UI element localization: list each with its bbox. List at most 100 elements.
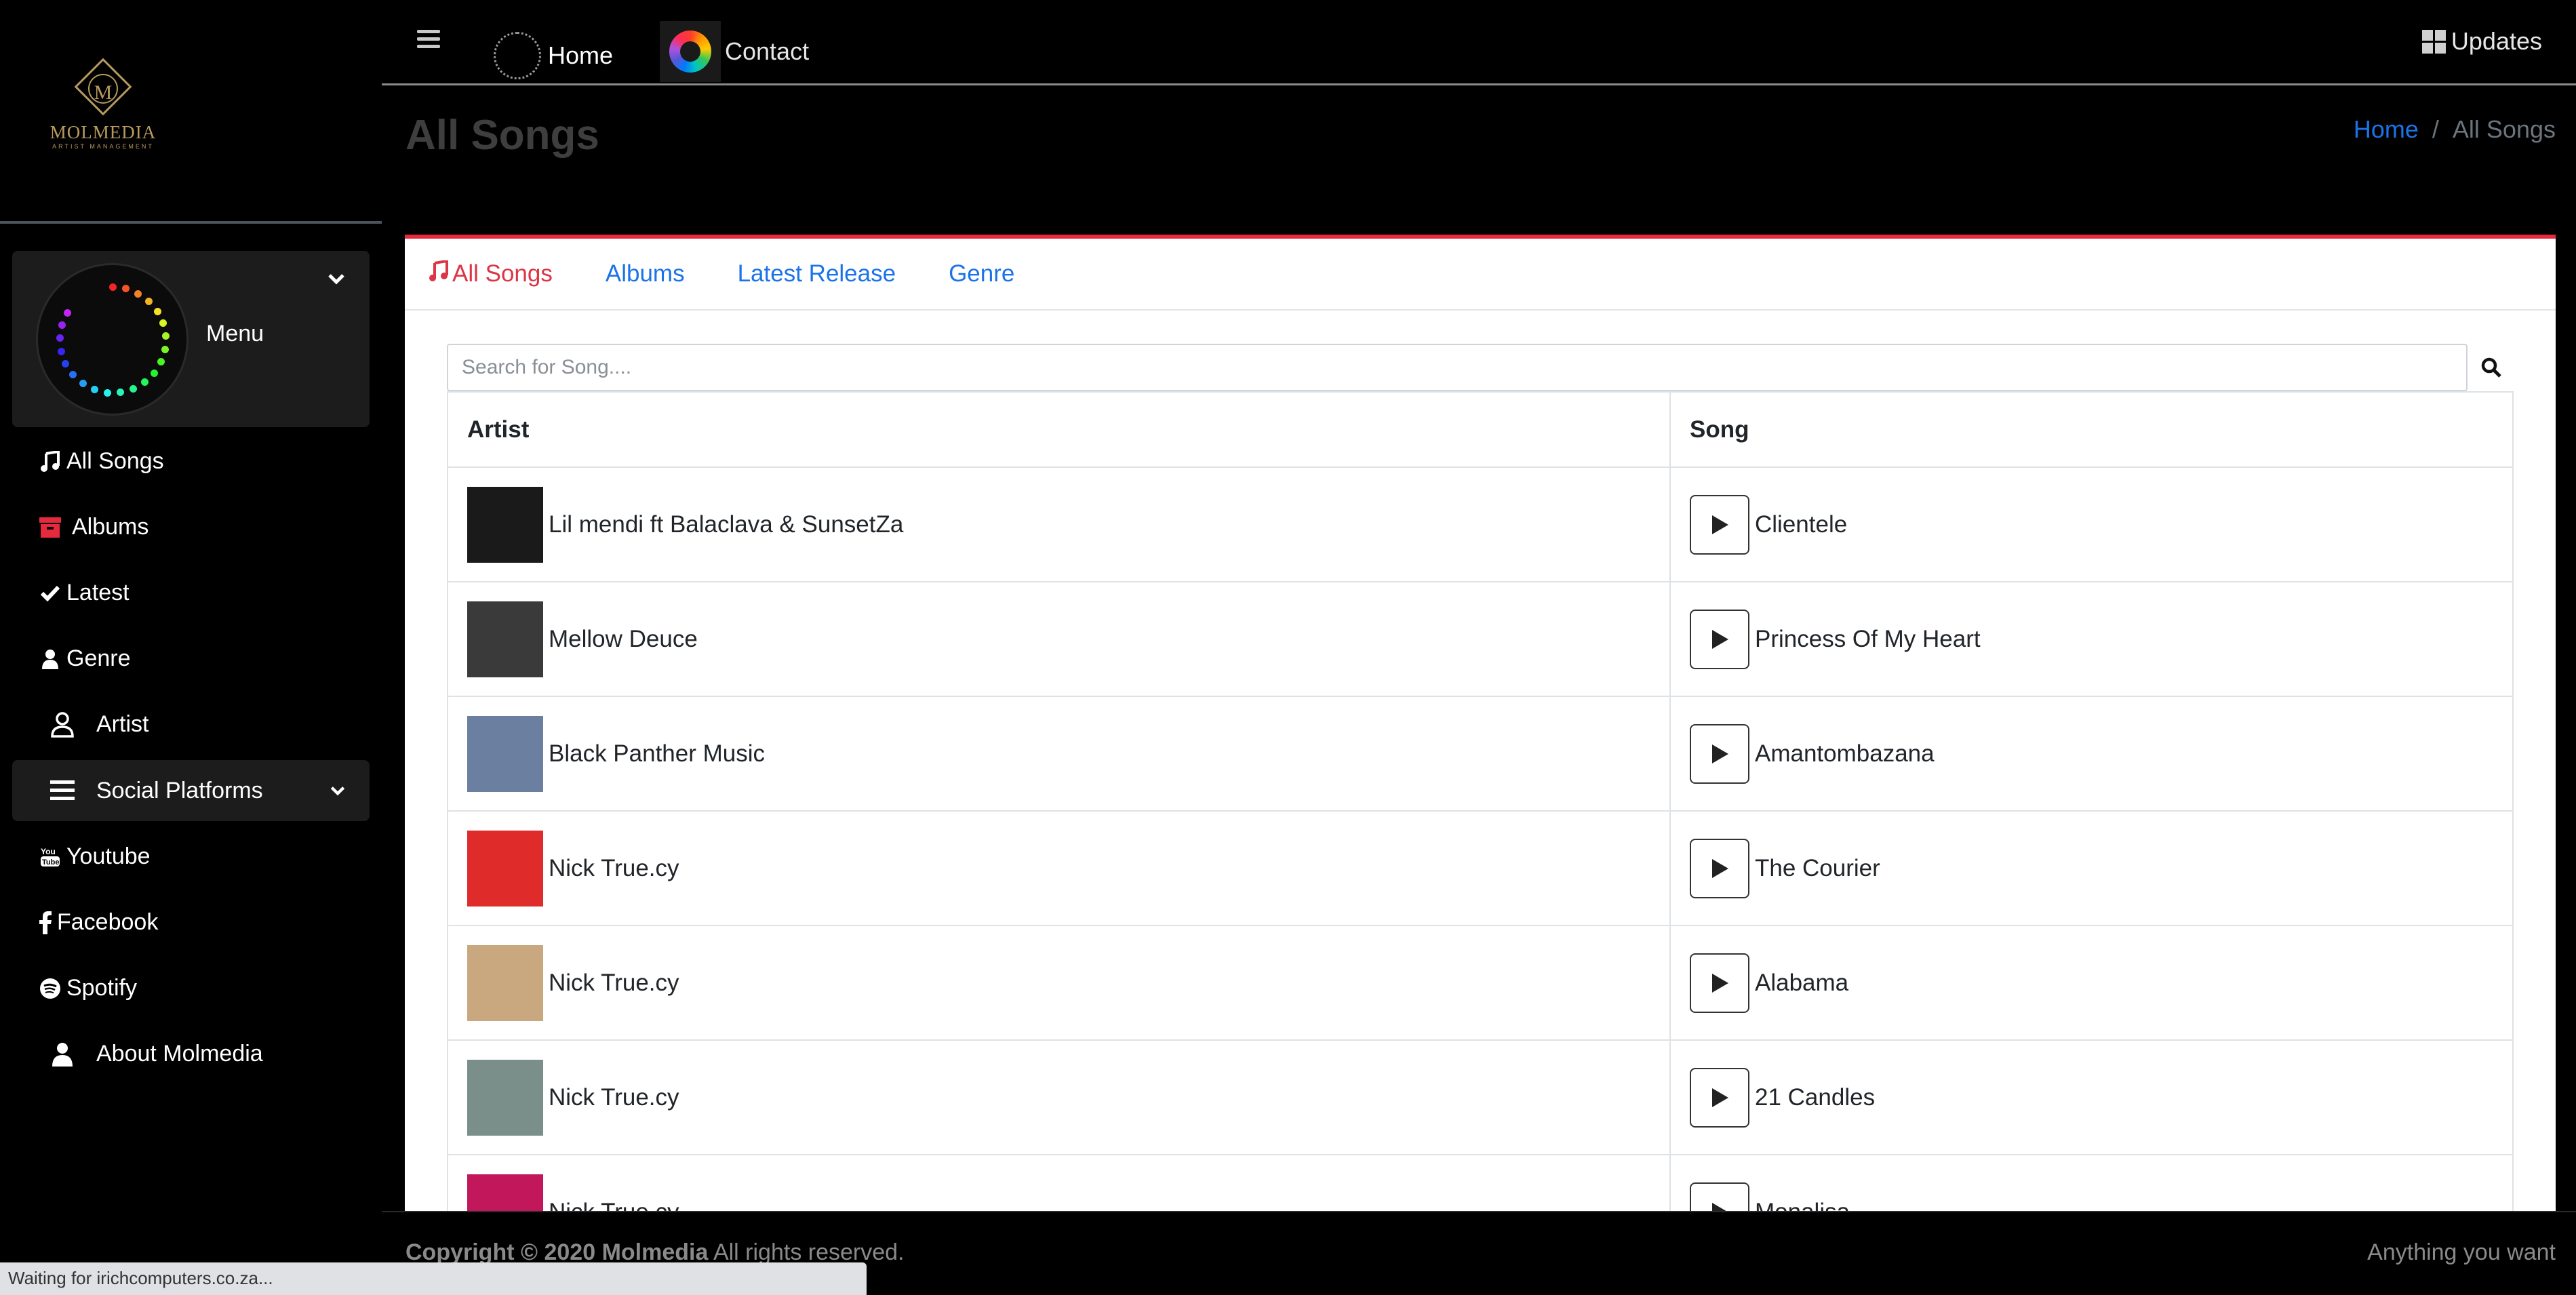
table-row: Nick True.cy Alabama — [447, 925, 2514, 1041]
loader-dot — [157, 358, 165, 366]
album-cover-image[interactable] — [467, 486, 543, 563]
sidebar-item-facebook[interactable]: Facebook — [12, 890, 370, 955]
table-row: Mellow Deuce Princess Of My Heart — [447, 581, 2514, 697]
loader-dot — [57, 347, 65, 355]
loader-dot — [56, 334, 64, 342]
breadcrumb-home-link[interactable]: Home — [2354, 115, 2419, 144]
facebook-icon — [37, 909, 54, 936]
contact-icon-box — [660, 21, 721, 82]
sidebar-item-label: Social Platforms — [96, 777, 263, 803]
album-cover-image[interactable] — [467, 601, 543, 677]
album-cover-image[interactable] — [467, 1174, 543, 1211]
tab-all-songs[interactable]: All Songs — [429, 259, 553, 288]
table-header-row: Artist Song — [447, 391, 2514, 468]
tab-albums[interactable]: Albums — [606, 260, 685, 287]
sidebar-item-artist[interactable]: Artist — [12, 692, 370, 757]
loader-dot — [117, 388, 125, 397]
sidebar-item-label: Spotify — [66, 975, 137, 1001]
sidebar-item-label: Latest — [66, 580, 130, 605]
sidebar-item-label: Youtube — [66, 843, 151, 869]
loader-dot — [161, 332, 170, 340]
copyright-bold[interactable]: Copyright © 2020 Molmedia — [405, 1239, 708, 1265]
sidebar-item-youtube[interactable]: You Tube Youtube — [12, 824, 370, 890]
sidebar: M MOLMEDIA ARTIST MANAGEMENT Menu All So… — [0, 0, 382, 1295]
grid-icon — [2421, 29, 2446, 54]
nav-home-label: Home — [548, 41, 614, 69]
sidebar-item-genre[interactable]: Genre — [12, 626, 370, 692]
album-cover-image[interactable] — [467, 1059, 543, 1136]
search-button[interactable] — [2468, 344, 2515, 391]
songs-card: All Songs Albums Latest Release Genre Ar… — [405, 235, 2556, 1211]
nav-contact-label: Contact — [725, 37, 810, 65]
artist-name: Nick True.cy — [549, 1199, 679, 1212]
tab-genre[interactable]: Genre — [949, 260, 1014, 287]
play-icon — [1712, 629, 1728, 649]
loader-dot — [150, 369, 158, 377]
sidebar-item-spotify[interactable]: Spotify — [12, 955, 370, 1021]
nav-contact-link[interactable]: Contact — [660, 21, 810, 82]
breadcrumb-separator: / — [2432, 115, 2439, 143]
sidebar-item-all-songs[interactable]: All Songs — [12, 429, 370, 494]
chevron-down-icon — [330, 786, 345, 796]
song-title: Amantombazana — [1755, 740, 1935, 767]
molmedia-logo[interactable]: M MOLMEDIA ARTIST MANAGEMENT — [49, 58, 157, 156]
play-button[interactable] — [1690, 953, 1749, 1013]
sidebar-item-label: Genre — [66, 645, 131, 671]
artist-name: Lil mendi ft Balaclava & SunsetZa — [549, 511, 904, 538]
user-outline-icon — [42, 711, 83, 738]
page-title: All Songs — [405, 112, 599, 159]
updates-link[interactable]: Updates — [2421, 27, 2542, 56]
sidebar-item-about[interactable]: About Molmedia — [12, 1021, 370, 1087]
youtube-icon: You Tube — [37, 843, 64, 871]
logo-subtitle: ARTIST MANAGEMENT — [52, 143, 154, 150]
updates-label: Updates — [2451, 27, 2542, 55]
sidebar-item-label: All Songs — [66, 448, 164, 474]
album-cover-image[interactable] — [467, 830, 543, 906]
play-button[interactable] — [1690, 1067, 1749, 1128]
play-button[interactable] — [1690, 723, 1749, 784]
sidebar-item-label: About Molmedia — [96, 1041, 263, 1067]
search-input[interactable] — [447, 344, 2468, 391]
loader-dot — [62, 359, 70, 367]
table-row: Black Panther Music Amantombazana — [447, 696, 2514, 812]
sidebar-item-latest[interactable]: Latest — [12, 560, 370, 626]
sidebar-item-label: Albums — [72, 514, 149, 540]
play-button[interactable] — [1690, 494, 1749, 555]
artist-name: Black Panther Music — [549, 740, 766, 767]
play-button[interactable] — [1690, 1182, 1749, 1211]
loader-dot — [69, 371, 77, 379]
song-title: The Courier — [1755, 854, 1880, 881]
loader-dot — [140, 378, 148, 386]
tab-latest-release[interactable]: Latest Release — [738, 260, 896, 287]
color-ring-icon — [669, 31, 711, 73]
sidebar-item-albums[interactable]: Albums — [12, 494, 370, 560]
loader-dot — [145, 297, 153, 305]
table-row: Nick True.cy Monalisa — [447, 1154, 2514, 1212]
album-cover-image[interactable] — [467, 715, 543, 792]
loader-dot — [122, 285, 130, 293]
archive-icon — [37, 514, 64, 541]
song-title: Princess Of My Heart — [1755, 625, 1981, 652]
play-icon — [1712, 973, 1728, 993]
check-icon — [37, 580, 64, 607]
chevron-down-icon[interactable] — [326, 268, 346, 289]
user-icon — [37, 645, 64, 673]
user-menu-panel[interactable]: Menu — [12, 251, 370, 427]
song-title: Clientele — [1755, 511, 1848, 538]
sidebar-nav: All Songs Albums Latest Genre Artist Soc… — [12, 429, 370, 1087]
sidebar-item-social-platforms[interactable]: Social Platforms — [12, 760, 370, 821]
hamburger-menu-icon[interactable] — [417, 30, 440, 49]
footer-right-text: Anything you want — [2367, 1239, 2556, 1265]
nav-home-link[interactable]: Home — [494, 28, 613, 83]
logo-monogram: M — [94, 81, 113, 104]
table-row: Nick True.cy 21 Candles — [447, 1039, 2514, 1155]
rainbow-loader-avatar — [36, 263, 189, 416]
music-note-icon — [429, 259, 448, 288]
play-button[interactable] — [1690, 838, 1749, 898]
column-header-artist: Artist — [447, 391, 1671, 468]
artist-name: Nick True.cy — [549, 1083, 679, 1111]
play-button[interactable] — [1690, 609, 1749, 669]
play-icon — [1712, 858, 1728, 878]
tab-label: Albums — [605, 260, 685, 287]
album-cover-image[interactable] — [467, 944, 543, 1021]
